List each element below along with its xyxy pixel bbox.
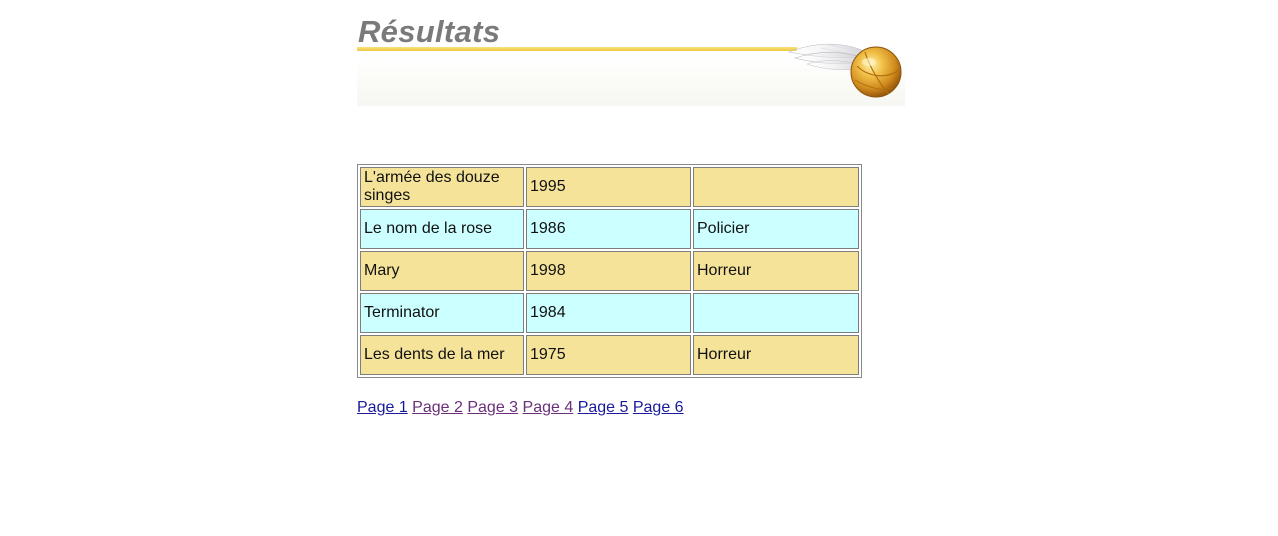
year-cell: 1975 bbox=[526, 335, 691, 375]
table-row: L'armée des douze singes 1995 bbox=[360, 167, 859, 207]
page-link-3[interactable]: Page 3 bbox=[467, 399, 518, 416]
table-row: Mary 1998 Horreur bbox=[360, 251, 859, 291]
title-cell: Le nom de la rose bbox=[360, 209, 524, 249]
header-banner: Résultats bbox=[357, 14, 905, 106]
table-row: Terminator 1984 bbox=[360, 293, 859, 333]
page-link-6[interactable]: Page 6 bbox=[633, 399, 684, 416]
genre-cell: Horreur bbox=[693, 335, 859, 375]
title-cell: L'armée des douze singes bbox=[360, 167, 524, 207]
genre-cell bbox=[693, 167, 859, 207]
pagination: Page 1 Page 2 Page 3 Page 4 Page 5 Page … bbox=[357, 398, 684, 418]
page-link-4[interactable]: Page 4 bbox=[523, 399, 574, 416]
page: Résultats L'armée des douze singes 1995 … bbox=[0, 0, 1278, 536]
page-title: Résultats bbox=[358, 14, 501, 49]
title-cell: Les dents de la mer bbox=[360, 335, 524, 375]
year-cell: 1998 bbox=[526, 251, 691, 291]
page-link-1[interactable]: Page 1 bbox=[357, 399, 408, 416]
page-link-5[interactable]: Page 5 bbox=[578, 399, 629, 416]
title-cell: Mary bbox=[360, 251, 524, 291]
table-row: Les dents de la mer 1975 Horreur bbox=[360, 335, 859, 375]
year-cell: 1995 bbox=[526, 167, 691, 207]
table-row: Le nom de la rose 1986 Policier bbox=[360, 209, 859, 249]
results-table: L'armée des douze singes 1995 Le nom de … bbox=[357, 164, 862, 378]
title-cell: Terminator bbox=[360, 293, 524, 333]
golden-snitch-icon bbox=[787, 43, 902, 98]
year-cell: 1986 bbox=[526, 209, 691, 249]
year-cell: 1984 bbox=[526, 293, 691, 333]
genre-cell: Policier bbox=[693, 209, 859, 249]
genre-cell bbox=[693, 293, 859, 333]
page-link-2[interactable]: Page 2 bbox=[412, 399, 463, 416]
banner-underline bbox=[357, 47, 797, 51]
genre-cell: Horreur bbox=[693, 251, 859, 291]
